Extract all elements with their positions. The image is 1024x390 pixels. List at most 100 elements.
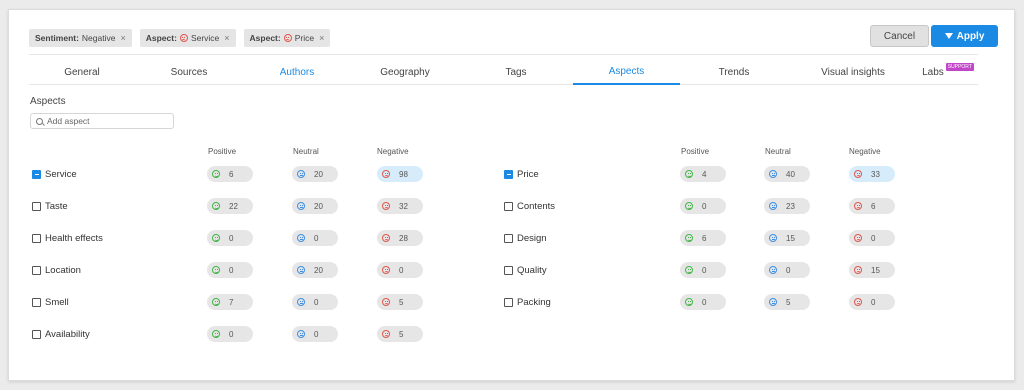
negative-face-icon bbox=[382, 298, 390, 306]
aspect-checkbox[interactable] bbox=[32, 297, 41, 307]
aspect-row-health-effects[interactable]: Health effects bbox=[32, 229, 103, 247]
aspect-label: Availability bbox=[45, 328, 90, 340]
aspect-row-quality[interactable]: Quality bbox=[504, 261, 547, 279]
tab-visual-insights[interactable]: Visual insights bbox=[788, 59, 918, 85]
positive-count: 22 bbox=[229, 201, 238, 211]
neutral-count-pill[interactable]: 0 bbox=[292, 294, 338, 310]
remove-filter-icon[interactable]: × bbox=[319, 29, 324, 47]
neutral-count-pill[interactable]: 20 bbox=[292, 262, 338, 278]
tab-tags[interactable]: Tags bbox=[459, 59, 573, 85]
aspect-checkbox[interactable] bbox=[504, 297, 513, 307]
tab-trends[interactable]: Trends bbox=[680, 59, 788, 85]
tab-aspects[interactable]: Aspects bbox=[573, 59, 680, 85]
filter-chip-aspect-service[interactable]: Aspect: Service × bbox=[139, 29, 236, 47]
negative-count-pill[interactable]: 5 bbox=[377, 294, 423, 310]
positive-face-icon bbox=[685, 266, 693, 274]
negative-count-pill[interactable]: 32 bbox=[377, 198, 423, 214]
aspect-checkbox[interactable] bbox=[32, 233, 41, 243]
aspects-section-title: Aspects bbox=[30, 96, 66, 107]
positive-count-pill[interactable]: 0 bbox=[680, 262, 726, 278]
filter-panel: Sentiment: Negative × Aspect: Service × … bbox=[8, 9, 1015, 381]
remove-filter-icon[interactable]: × bbox=[120, 29, 125, 47]
aspect-checkbox[interactable] bbox=[504, 265, 513, 275]
positive-count-pill[interactable]: 4 bbox=[680, 166, 726, 182]
aspect-row-availability[interactable]: Availability bbox=[32, 325, 90, 343]
remove-filter-icon[interactable]: × bbox=[224, 29, 229, 47]
aspect-row-taste[interactable]: Taste bbox=[32, 197, 68, 215]
positive-face-icon bbox=[212, 298, 220, 306]
negative-count-pill[interactable]: 33 bbox=[849, 166, 895, 182]
tab-labs-label: Labs bbox=[922, 66, 944, 78]
cancel-button[interactable]: Cancel bbox=[870, 25, 929, 47]
aspect-label: Packing bbox=[517, 296, 551, 308]
aspect-row-packing[interactable]: Packing bbox=[504, 293, 551, 311]
positive-count-pill[interactable]: 0 bbox=[207, 262, 253, 278]
neutral-count-pill[interactable]: 20 bbox=[292, 198, 338, 214]
negative-count-pill[interactable]: 6 bbox=[849, 198, 895, 214]
add-aspect-input[interactable] bbox=[47, 116, 167, 126]
aspect-row-contents[interactable]: Contents bbox=[504, 197, 555, 215]
aspect-label: Design bbox=[517, 232, 547, 244]
neutral-count-pill[interactable]: 0 bbox=[764, 262, 810, 278]
filter-chip-value: Service bbox=[190, 33, 220, 43]
neutral-count-pill[interactable]: 15 bbox=[764, 230, 810, 246]
neutral-count-pill[interactable]: 40 bbox=[764, 166, 810, 182]
negative-count: 0 bbox=[871, 233, 876, 243]
aspect-row-price[interactable]: Price bbox=[504, 165, 539, 183]
negative-count-pill[interactable]: 0 bbox=[849, 230, 895, 246]
neutral-count-pill[interactable]: 0 bbox=[292, 326, 338, 342]
aspect-checkbox[interactable] bbox=[32, 201, 41, 211]
aspect-checkbox[interactable] bbox=[32, 329, 41, 339]
positive-count-pill[interactable]: 7 bbox=[207, 294, 253, 310]
positive-count-pill[interactable]: 0 bbox=[207, 326, 253, 342]
negative-count-pill[interactable]: 98 bbox=[377, 166, 423, 182]
positive-count: 0 bbox=[229, 233, 234, 243]
apply-button[interactable]: Apply bbox=[931, 25, 998, 47]
negative-face-icon bbox=[382, 234, 390, 242]
neutral-face-icon bbox=[769, 170, 777, 178]
tab-geography[interactable]: Geography bbox=[351, 59, 459, 85]
negative-count: 15 bbox=[871, 265, 880, 275]
negative-face-icon bbox=[854, 202, 862, 210]
neutral-count: 0 bbox=[314, 233, 319, 243]
negative-count-pill[interactable]: 5 bbox=[377, 326, 423, 342]
aspect-row-smell[interactable]: Smell bbox=[32, 293, 69, 311]
filter-chip-key: Aspect: bbox=[145, 33, 177, 43]
aspect-checkbox[interactable] bbox=[504, 201, 513, 211]
neutral-count-pill[interactable]: 5 bbox=[764, 294, 810, 310]
tab-general[interactable]: General bbox=[29, 59, 135, 85]
aspect-label: Quality bbox=[517, 264, 547, 276]
positive-face-icon bbox=[212, 330, 220, 338]
negative-count-pill[interactable]: 28 bbox=[377, 230, 423, 246]
filter-chip-sentiment[interactable]: Sentiment: Negative × bbox=[29, 29, 132, 47]
negative-count-pill[interactable]: 0 bbox=[377, 262, 423, 278]
positive-count-pill[interactable]: 6 bbox=[680, 230, 726, 246]
neutral-count-pill[interactable]: 20 bbox=[292, 166, 338, 182]
aspect-row-location[interactable]: Location bbox=[32, 261, 81, 279]
tab-labs[interactable]: Labs SUPPORT bbox=[918, 59, 978, 85]
tab-authors[interactable]: Authors bbox=[243, 59, 351, 85]
aspect-row-service[interactable]: Service bbox=[32, 165, 77, 183]
filter-chip-aspect-price[interactable]: Aspect: Price × bbox=[243, 29, 331, 47]
neutral-count-pill[interactable]: 23 bbox=[764, 198, 810, 214]
aspect-checkbox[interactable] bbox=[32, 169, 41, 179]
aspect-checkbox[interactable] bbox=[504, 233, 513, 243]
aspect-checkbox[interactable] bbox=[32, 265, 41, 275]
positive-count-pill[interactable]: 0 bbox=[680, 198, 726, 214]
aspect-checkbox[interactable] bbox=[504, 169, 513, 179]
negative-face-icon bbox=[283, 34, 292, 42]
column-header-neutral: Neutral bbox=[765, 147, 791, 156]
aspect-row-design[interactable]: Design bbox=[504, 229, 547, 247]
positive-count-pill[interactable]: 6 bbox=[207, 166, 253, 182]
negative-count-pill[interactable]: 0 bbox=[849, 294, 895, 310]
positive-count-pill[interactable]: 0 bbox=[207, 230, 253, 246]
tab-sources[interactable]: Sources bbox=[135, 59, 243, 85]
neutral-face-icon bbox=[769, 266, 777, 274]
negative-count-pill[interactable]: 15 bbox=[849, 262, 895, 278]
neutral-face-icon bbox=[297, 202, 305, 210]
negative-face-icon bbox=[382, 266, 390, 274]
neutral-count-pill[interactable]: 0 bbox=[292, 230, 338, 246]
positive-count-pill[interactable]: 22 bbox=[207, 198, 253, 214]
positive-count-pill[interactable]: 0 bbox=[680, 294, 726, 310]
negative-face-icon bbox=[854, 234, 862, 242]
